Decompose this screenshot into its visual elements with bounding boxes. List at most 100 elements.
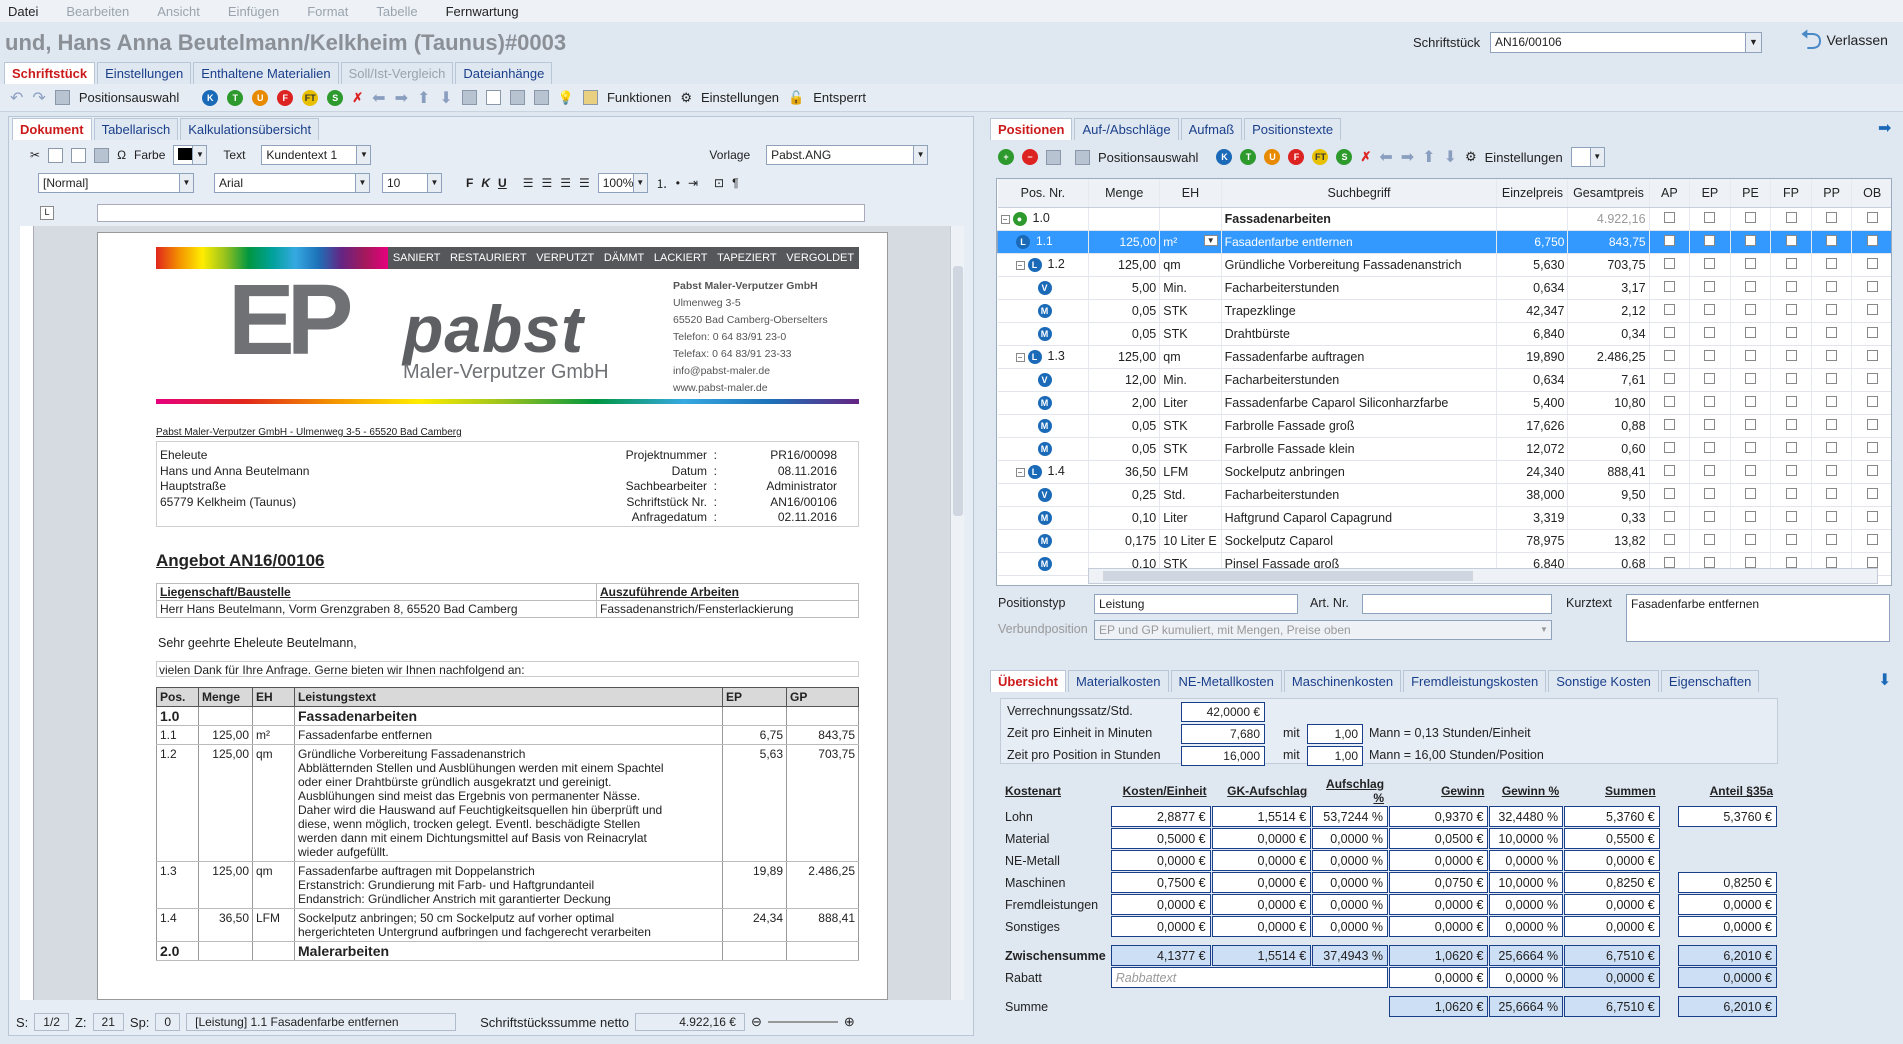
numbered-list-icon[interactable]: ⒈ — [656, 175, 668, 192]
cost-value[interactable]: 0,0000 % — [1489, 850, 1564, 871]
menu-format[interactable]: Format — [307, 4, 348, 19]
checkbox[interactable] — [1744, 326, 1756, 338]
checkbox[interactable] — [1866, 303, 1878, 315]
checkbox[interactable] — [1866, 349, 1878, 361]
menu-datei[interactable]: Datei — [8, 4, 38, 19]
chevron-down-icon[interactable]: ▼ — [1203, 234, 1218, 246]
checkbox[interactable] — [1866, 418, 1878, 430]
justify-icon[interactable]: ☰ — [579, 176, 590, 190]
checkbox[interactable] — [1826, 487, 1838, 499]
col-ob[interactable]: OB — [1851, 179, 1891, 208]
col-menge[interactable]: Menge — [1088, 179, 1161, 208]
col-ap[interactable]: AP — [1649, 179, 1691, 208]
checkbox[interactable] — [1744, 510, 1756, 522]
checkbox[interactable] — [1704, 395, 1716, 407]
cost-value[interactable]: 0,0000 € — [1110, 916, 1211, 937]
anteil-value[interactable]: 5,3760 € — [1677, 806, 1777, 827]
menu-einfuegen[interactable]: Einfügen — [228, 4, 279, 19]
checkbox[interactable] — [1663, 556, 1675, 568]
grid-row[interactable]: − L 1.2 125,00 qm Gründliche Vorbereitung Fas… — [997, 253, 1891, 277]
undo-icon[interactable]: ↶ — [10, 88, 23, 108]
tab-schriftstueck[interactable]: Schriftstück — [4, 62, 96, 84]
cost-value[interactable]: 37,4943 % — [1312, 945, 1389, 966]
size-select[interactable]: 10 ▼ — [382, 173, 442, 193]
tab-dokument[interactable]: Dokument — [12, 118, 92, 140]
grid-row[interactable]: M 0,05 STK Farbrolle Fassade groß 17,626 0,88 — [997, 414, 1891, 438]
checkbox[interactable] — [1663, 326, 1675, 338]
checkbox[interactable] — [1663, 303, 1675, 315]
anteil-value[interactable]: 6,2010 € — [1677, 996, 1777, 1017]
vorlage-select[interactable]: Pabst.ANG ▼ — [766, 145, 929, 165]
positionsauswahl-button[interactable]: Positionsauswahl — [1098, 150, 1198, 165]
tab-materialkosten[interactable]: Materialkosten — [1067, 670, 1169, 692]
checkbox[interactable] — [1866, 556, 1878, 568]
cost-value[interactable]: 0,0000 € — [1389, 967, 1489, 988]
cost-value[interactable]: 1,5514 € — [1211, 945, 1312, 966]
k-icon[interactable]: K — [202, 89, 219, 106]
checkbox[interactable] — [1866, 257, 1878, 269]
cost-value[interactable]: 0,5500 € — [1564, 828, 1660, 849]
checkbox[interactable] — [1704, 303, 1716, 315]
arrow-right-icon[interactable]: ➡ — [1878, 118, 1891, 138]
lightbulb-icon[interactable]: 💡 — [558, 90, 574, 106]
table-row[interactable]: 1.4 36,50 LFM Sockelputz anbringen; 50 cm S… — [156, 908, 859, 942]
einstellungen-button[interactable]: Einstellungen — [701, 90, 779, 105]
checkbox[interactable] — [1826, 257, 1838, 269]
style-select[interactable]: [Normal] ▼ — [38, 173, 194, 193]
col-pp[interactable]: PP — [1811, 179, 1853, 208]
checkbox[interactable] — [1866, 464, 1878, 476]
leave-button[interactable]: ⮌ Verlassen — [1800, 26, 1888, 54]
omega-icon[interactable]: Ω — [117, 148, 126, 162]
checkbox[interactable] — [1866, 533, 1878, 545]
zoom-in-icon[interactable]: ⊕ — [844, 1014, 855, 1030]
checkbox[interactable] — [1785, 464, 1797, 476]
arrow-right-icon[interactable]: ➡ — [1401, 147, 1414, 167]
zpe-field[interactable]: 7,680 — [1181, 724, 1265, 744]
image-insert-icon[interactable] — [94, 147, 110, 163]
zoom-select[interactable]: 100% ▼ — [597, 173, 648, 193]
checkbox[interactable] — [1704, 234, 1716, 246]
arrow-up-icon[interactable]: ⬆ — [1422, 147, 1435, 167]
document-scrollbar[interactable] — [950, 226, 964, 1000]
cost-value[interactable]: 25,6664 % — [1489, 996, 1564, 1017]
menu-ansicht[interactable]: Ansicht — [157, 4, 200, 19]
zip-icon[interactable] — [461, 90, 477, 105]
cut-icon[interactable]: ✂ — [30, 148, 40, 162]
zpp-field[interactable]: 16,000 — [1181, 746, 1265, 766]
table-row[interactable]: 1.2 125,00 qm Gründliche Vorbereitung Fassa… — [156, 744, 859, 862]
checkbox[interactable] — [1866, 510, 1878, 522]
einstellungen-button[interactable]: Einstellungen — [1485, 150, 1563, 165]
checkbox[interactable] — [1744, 349, 1756, 361]
checkbox[interactable] — [1744, 464, 1756, 476]
underline-icon[interactable]: U — [498, 176, 507, 190]
t-icon[interactable]: T — [227, 89, 244, 106]
checkbox[interactable] — [1826, 326, 1838, 338]
frame-icon[interactable]: ⊡ — [714, 176, 724, 190]
f-icon[interactable]: F — [1288, 149, 1305, 165]
entsperrt-button[interactable]: Entsperrt — [813, 90, 866, 105]
checkbox[interactable] — [1704, 372, 1716, 384]
checkbox[interactable] — [1826, 280, 1838, 292]
checkbox[interactable] — [1785, 441, 1797, 453]
delete-icon[interactable]: ✗ — [1360, 149, 1371, 165]
delete-icon[interactable]: ✗ — [352, 90, 363, 106]
redo-icon[interactable]: ↷ — [32, 88, 45, 108]
cost-value[interactable]: 2,8877 € — [1110, 806, 1211, 827]
col-ep[interactable]: EP — [1689, 179, 1731, 208]
anteil-value[interactable]: 6,2010 € — [1677, 945, 1777, 966]
grid-row[interactable]: M 0,05 STK Trapezklinge 42,347 2,12 — [997, 299, 1891, 323]
tab-dateianhaenge[interactable]: Dateianhänge — [455, 62, 553, 84]
checkbox[interactable] — [1704, 556, 1716, 568]
checkbox[interactable] — [1826, 349, 1838, 361]
cost-value[interactable]: 0,0000 % — [1312, 916, 1389, 937]
checkbox[interactable] — [1704, 349, 1716, 361]
anteil-value[interactable]: 0,0000 € — [1677, 894, 1777, 915]
zpp-mann-field[interactable]: 1,00 — [1307, 746, 1363, 766]
kurztext-field[interactable]: Fasadenfarbe entfernen — [1626, 594, 1890, 642]
cost-value[interactable]: 0,0000 % — [1489, 967, 1564, 988]
k-icon[interactable]: K — [1216, 149, 1233, 165]
indent-icon[interactable]: ⇥ — [688, 176, 698, 190]
tab-fremdleistungskosten[interactable]: Fremdleistungskosten — [1403, 670, 1547, 692]
cost-value[interactable]: 0,0000 € — [1211, 850, 1312, 871]
cost-value[interactable]: 0,0000 € — [1564, 967, 1660, 988]
